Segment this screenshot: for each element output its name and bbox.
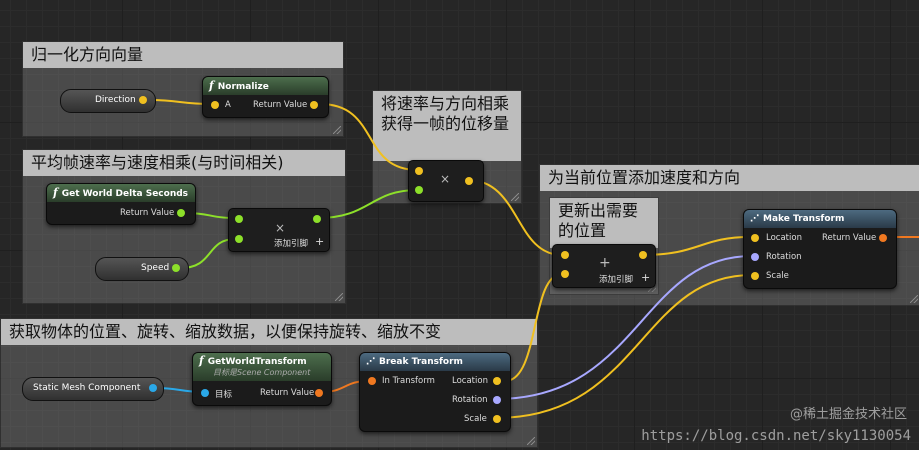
add-vector-node[interactable]: + 添加引脚 + [552, 244, 656, 288]
make-rotation-pin[interactable] [751, 253, 759, 261]
break-location-pin[interactable] [493, 377, 501, 385]
make-return-pin[interactable] [879, 234, 887, 242]
break-scale-label: Scale [464, 414, 487, 424]
break-location-label: Location [452, 376, 488, 386]
normalize-a-pin[interactable] [211, 101, 219, 109]
delta-return-label: Return Value [120, 208, 175, 218]
static-mesh-output-pin[interactable] [149, 384, 157, 392]
wire-normalize-to-multiply [319, 103, 419, 171]
multiply-icon: × [440, 172, 451, 186]
function-icon: f [209, 79, 214, 92]
wire-scale-to-make [495, 274, 753, 419]
make-scale-label: Scale [766, 271, 789, 281]
make-rotation-label: Rotation [766, 252, 802, 262]
break-in-pin[interactable] [368, 377, 376, 385]
break-title: Break Transform [379, 357, 463, 367]
get-world-subtitle: 目标是Scene Component [213, 368, 311, 377]
watermark-url: https://blog.csdn.net/sky1130054 [641, 428, 911, 444]
direction-output-pin[interactable] [139, 96, 147, 104]
add-b-pin[interactable] [561, 270, 569, 278]
add-a-pin[interactable] [561, 251, 569, 259]
multiply-float-b-pin[interactable] [235, 235, 243, 243]
make-scale-pin[interactable] [751, 272, 759, 280]
get-world-transform-node[interactable]: f GetWorldTransform 目标是Scene Component 目标 … [192, 352, 332, 406]
normalize-a-label: A [225, 100, 231, 110]
get-world-return-pin[interactable] [315, 389, 323, 397]
multiply-float-node[interactable]: × 添加引脚 + [228, 208, 330, 252]
multiply-vector-a-pin[interactable] [415, 167, 423, 175]
delta-seconds-node[interactable]: f Get World Delta Seconds Return Value [46, 183, 196, 225]
wire-add-to-location [641, 236, 751, 256]
multiply-vector-node[interactable]: × [408, 160, 484, 202]
get-world-header: f GetWorldTransform 目标是Scene Component [193, 353, 331, 381]
break-transform-node[interactable]: ⋰ Break Transform In Transform Location R… [359, 352, 511, 432]
speed-variable[interactable]: Speed [95, 257, 189, 281]
make-transform-node[interactable]: ⋰ Make Transform Location Return Value Ro… [743, 209, 897, 289]
speed-output-pin[interactable] [172, 264, 180, 272]
normalize-header: f Normalize [203, 77, 328, 95]
make-title: Make Transform [763, 214, 845, 224]
break-header: ⋰ Break Transform [360, 353, 510, 371]
function-icon: f [199, 354, 204, 367]
speed-label: Speed [141, 263, 170, 273]
add-pin-plus-icon[interactable]: + [641, 271, 650, 284]
delta-header: f Get World Delta Seconds [47, 184, 195, 202]
multiply-icon: × [275, 221, 286, 235]
break-rotation-label: Rotation [452, 395, 488, 405]
break-scale-pin[interactable] [493, 415, 501, 423]
add-pin-label[interactable]: 添加引脚 [599, 273, 633, 285]
multiply-vector-b-pin[interactable] [415, 186, 423, 194]
add-out-pin[interactable] [639, 251, 647, 259]
struct-icon: ⋰ [366, 357, 375, 367]
wire-float-to-vector [317, 189, 419, 219]
add-pin-plus-icon[interactable]: + [315, 235, 324, 248]
break-rotation-pin[interactable] [493, 396, 501, 404]
normalize-return-label: Return Value [253, 100, 308, 110]
static-mesh-label: Static Mesh Component [33, 383, 141, 393]
get-world-target-label: 目标 [215, 390, 233, 400]
make-location-label: Location [766, 233, 802, 243]
delta-return-pin[interactable] [177, 209, 185, 217]
direction-variable[interactable]: Direction [60, 89, 156, 113]
get-world-target-pin[interactable] [201, 389, 209, 397]
normalize-return-pin[interactable] [310, 101, 318, 109]
multiply-vector-out-pin[interactable] [465, 177, 473, 185]
normalize-node[interactable]: f Normalize A Return Value [202, 76, 329, 118]
add-pin-label[interactable]: 添加引脚 [274, 237, 308, 249]
static-mesh-variable[interactable]: Static Mesh Component [22, 377, 164, 401]
normalize-title: Normalize [217, 82, 269, 92]
get-world-return-label: Return Value [260, 388, 315, 398]
multiply-float-a-pin[interactable] [235, 215, 243, 223]
watermark-community: @稀土掘金技术社区 [789, 407, 907, 422]
multiply-float-out-pin[interactable] [313, 215, 321, 223]
get-world-title: GetWorldTransform [207, 357, 307, 367]
function-icon: f [53, 186, 58, 199]
add-icon: + [599, 255, 611, 271]
make-header: ⋰ Make Transform [744, 210, 896, 228]
break-in-label: In Transform [382, 376, 435, 386]
make-location-pin[interactable] [751, 234, 759, 242]
delta-title: Get World Delta Seconds [61, 189, 189, 199]
wire-location-to-add [504, 273, 563, 382]
struct-icon: ⋰ [750, 214, 759, 224]
make-return-label: Return Value [822, 233, 877, 243]
direction-label: Direction [95, 95, 136, 105]
